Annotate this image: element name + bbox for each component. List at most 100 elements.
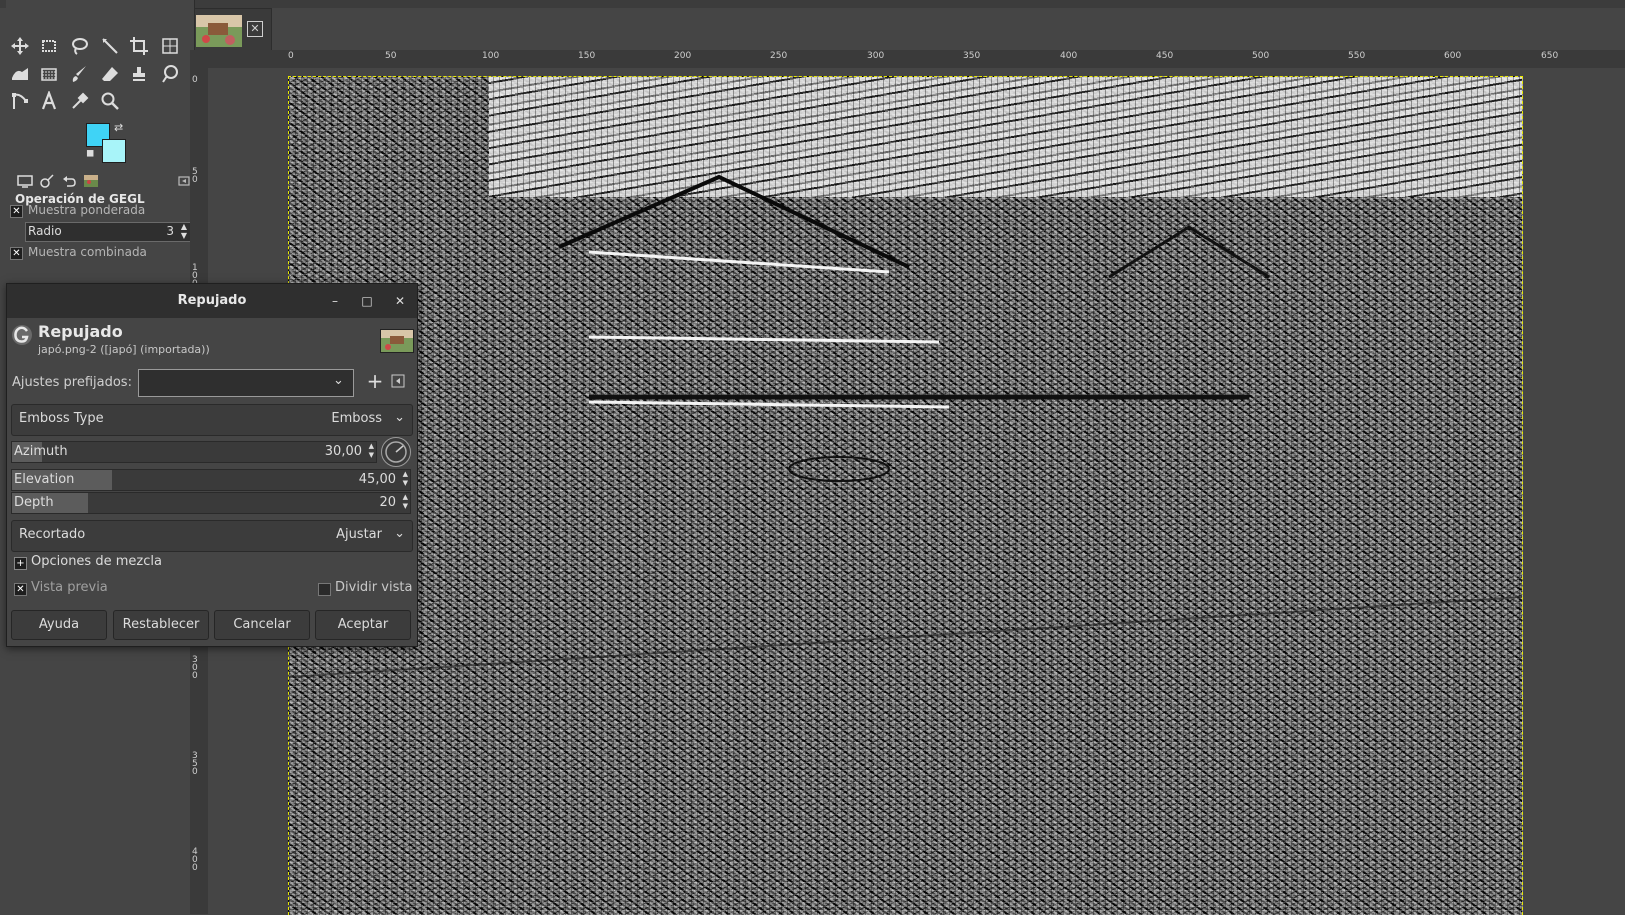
radius-spin-arrows-icon[interactable]: ▲ ▼ <box>181 222 187 240</box>
clipping-label: Recortado <box>19 527 86 542</box>
close-tab-icon[interactable]: ✕ <box>247 21 263 37</box>
emboss-type-label: Emboss Type <box>19 411 104 426</box>
hruler-label: 100 <box>482 51 500 61</box>
device-status-tab-icon[interactable] <box>36 171 58 191</box>
close-icon[interactable]: ✕ <box>390 291 410 311</box>
preview-label: Vista previa <box>31 580 108 595</box>
top-strip <box>0 0 1625 8</box>
hruler-label: 150 <box>578 51 596 61</box>
presets-menu-icon[interactable] <box>391 374 405 388</box>
tool-options-tab-icon[interactable] <box>14 171 36 191</box>
emboss-dialog: Repujado – □ ✕ Repujado japó.png-2 ([jap… <box>6 283 418 647</box>
lasso-icon[interactable] <box>68 34 92 58</box>
gegl-logo-icon <box>12 325 32 345</box>
hruler-label: 600 <box>1444 51 1462 61</box>
unified-transform-icon[interactable] <box>158 34 182 58</box>
azimuth-label: Azimuth <box>14 444 68 459</box>
zoom-icon[interactable] <box>98 89 122 113</box>
vruler-label: 350 <box>192 751 198 777</box>
radius-value: 3 <box>166 224 174 238</box>
images-tab-icon[interactable] <box>80 171 102 191</box>
clone-icon[interactable] <box>127 62 151 86</box>
ok-button[interactable]: Aceptar <box>315 610 411 640</box>
hruler-label: 400 <box>1060 51 1078 61</box>
undo-history-tab-icon[interactable] <box>58 171 80 191</box>
image-tab-thumbnail <box>196 15 242 47</box>
text-icon[interactable] <box>37 89 61 113</box>
split-view-label: Dividir vista <box>335 580 413 595</box>
vruler-label: 400 <box>192 847 198 873</box>
smudge-icon[interactable] <box>158 62 182 86</box>
sample-combined-checkbox[interactable]: ✕ <box>10 247 23 260</box>
expander-plus-icon[interactable]: + <box>14 557 27 570</box>
chevron-down-icon: ⌄ <box>394 410 405 425</box>
vruler-label: 0 <box>192 75 198 85</box>
maximize-icon[interactable]: □ <box>357 291 377 311</box>
background-color-swatch[interactable] <box>102 139 126 163</box>
hruler-label: 300 <box>867 51 885 61</box>
fuzzy-select-icon[interactable] <box>98 34 122 58</box>
move-icon[interactable] <box>8 34 32 58</box>
elevation-label: Elevation <box>14 472 75 487</box>
depth-label: Depth <box>14 495 54 510</box>
embossed-image[interactable] <box>288 76 1523 915</box>
hruler-label: 450 <box>1156 51 1174 61</box>
swap-colors-icon[interactable]: ⇄ <box>114 121 123 134</box>
vruler-label: 300 <box>192 655 198 681</box>
chevron-down-icon[interactable]: ⌄ <box>333 373 344 388</box>
hruler-label: 200 <box>674 51 692 61</box>
azimuth-value: 30,00 <box>324 444 362 459</box>
azimuth-spinscale[interactable]: Azimuth 30,00 ▲ ▼ <box>11 441 377 463</box>
gradient-icon[interactable] <box>37 62 61 86</box>
reset-button[interactable]: Restablecer <box>113 610 209 640</box>
rect-select-icon[interactable] <box>37 34 61 58</box>
hruler-label: 50 <box>385 51 397 61</box>
blend-options-expander[interactable]: Opciones de mezcla <box>31 554 162 569</box>
hruler-label: 0 <box>288 51 294 61</box>
radius-spinbox[interactable]: Radio 3 ▲ ▼ <box>25 222 191 242</box>
vruler-label: 50 <box>192 167 198 185</box>
color-picker-icon[interactable] <box>68 89 92 113</box>
hruler-label: 500 <box>1252 51 1270 61</box>
depth-value: 20 <box>379 495 396 510</box>
presets-label: Ajustes prefijados: <box>12 375 132 390</box>
presets-combobox[interactable] <box>138 369 354 397</box>
elevation-value: 45,00 <box>358 472 396 487</box>
hruler-label: 350 <box>963 51 981 61</box>
clipping-combobox[interactable]: Recortado Ajustar ⌄ <box>11 520 413 552</box>
image-preview-thumbnail <box>380 329 414 353</box>
dialog-header-subtitle: japó.png-2 ([japó] (importada)) <box>38 343 210 356</box>
clipping-value: Ajustar <box>336 527 382 542</box>
default-colors-icon[interactable]: ◼ <box>86 148 94 159</box>
horizontal-ruler: 0 50 100 150 200 250 300 350 400 450 500… <box>208 50 1625 69</box>
depth-spin-arrows-icon[interactable]: ▲ ▼ <box>403 493 408 511</box>
dock-tabs <box>14 171 196 191</box>
help-button[interactable]: Ayuda <box>11 610 107 640</box>
radius-label: Radio <box>28 224 62 238</box>
split-view-checkbox[interactable] <box>318 583 331 596</box>
eraser-icon[interactable] <box>98 62 122 86</box>
emboss-type-value: Emboss <box>331 411 382 426</box>
preview-checkbox[interactable]: ✕ <box>14 583 27 596</box>
elevation-spinscale[interactable]: Elevation 45,00 ▲ ▼ <box>11 469 411 491</box>
dialog-header-title: Repujado <box>38 322 123 341</box>
depth-spinscale[interactable]: Depth 20 ▲ ▼ <box>11 492 411 514</box>
hruler-label: 650 <box>1541 51 1559 61</box>
sample-merged-checkbox[interactable]: ✕ <box>10 205 23 218</box>
image-structure-lines <box>289 174 1522 678</box>
cancel-button[interactable]: Cancelar <box>214 610 310 640</box>
ruler-corner-menu-icon[interactable] <box>190 50 208 68</box>
emboss-type-combobox[interactable]: Emboss Type Emboss ⌄ <box>11 404 413 436</box>
elevation-spin-arrows-icon[interactable]: ▲ ▼ <box>403 470 408 488</box>
paintbrush-icon[interactable] <box>68 62 92 86</box>
hruler-label: 250 <box>770 51 788 61</box>
paths-icon[interactable] <box>8 89 32 113</box>
azimuth-dial[interactable] <box>381 437 411 467</box>
warp-icon[interactable] <box>8 62 32 86</box>
sample-combined-label: Muestra combinada <box>28 245 147 259</box>
minimize-icon[interactable]: – <box>325 291 345 311</box>
azimuth-spin-arrows-icon[interactable]: ▲ ▼ <box>369 442 374 460</box>
add-preset-icon[interactable]: + <box>365 370 385 392</box>
chevron-down-icon: ⌄ <box>394 526 405 541</box>
crop-icon[interactable] <box>127 34 151 58</box>
